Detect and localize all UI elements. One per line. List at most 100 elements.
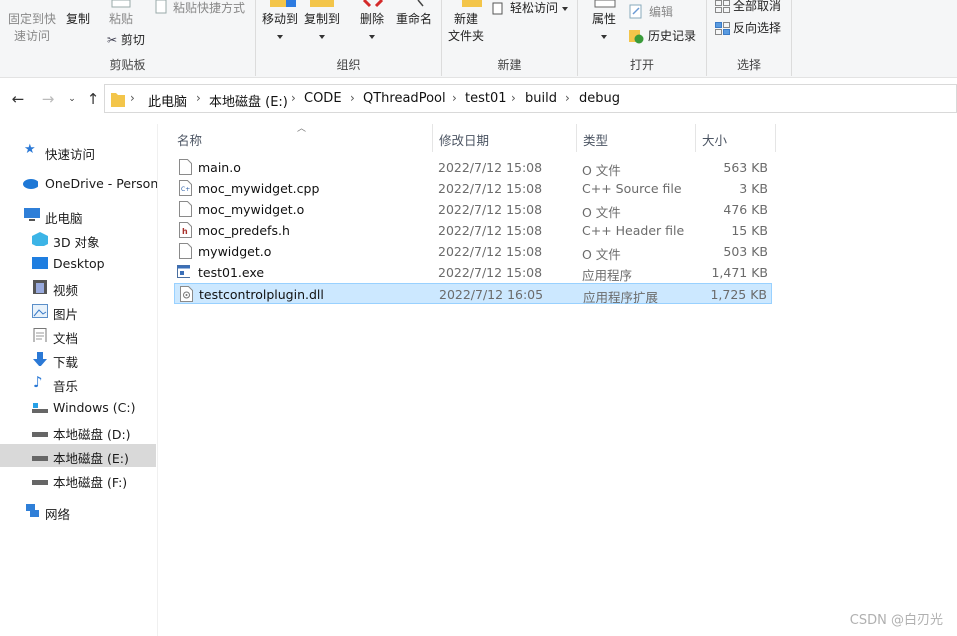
nav-item-label: 下载 <box>53 355 79 370</box>
nav-item-drive-f[interactable]: 本地磁盘 (F:) <box>0 468 156 491</box>
nav-item-downloads[interactable]: 下载 <box>0 348 156 371</box>
header-file-icon: h <box>179 222 192 238</box>
nav-item-label: Desktop <box>53 256 105 271</box>
pin-label-line2: 速访问 <box>14 29 51 43</box>
nav-item-label: 视频 <box>53 283 79 298</box>
breadcrumb-build[interactable]: build <box>525 91 557 106</box>
pictures-icon <box>32 304 48 318</box>
nav-item-pictures[interactable]: 图片 <box>0 300 156 323</box>
history-button[interactable]: 历史记录 <box>628 28 696 45</box>
file-size: 15 KB <box>731 223 768 238</box>
edit-button[interactable]: 编辑 <box>629 4 673 21</box>
copy-to-label: 复制到 <box>304 12 341 26</box>
select-none-button[interactable]: 全部取消 <box>715 0 781 15</box>
breadcrumb-separator-icon: › <box>291 91 296 105</box>
file-name: main.o <box>198 160 241 175</box>
column-header-type[interactable]: 类型 <box>577 124 696 152</box>
nav-item-label: 本地磁盘 (E:) <box>53 451 129 466</box>
rename-button[interactable]: 重命名 <box>396 0 432 28</box>
nav-item-3d-objects[interactable]: 3D 对象 <box>0 228 156 251</box>
copy-to-button[interactable]: 复制到 <box>304 0 341 45</box>
copy-to-icon <box>310 0 334 7</box>
column-header-label: 类型 <box>583 133 609 148</box>
address-bar[interactable]: › 此电脑 › 本地磁盘 (E:) › CODE › QThreadPool ›… <box>104 84 957 113</box>
new-group-label: 新建 <box>497 58 522 72</box>
drive-icon <box>32 456 48 461</box>
chevron-down-icon <box>561 6 568 11</box>
delete-button[interactable]: 删除 <box>360 0 384 45</box>
column-header-size[interactable]: 大小 <box>696 124 776 152</box>
history-label: 历史记录 <box>648 29 697 43</box>
delete-x-icon <box>362 0 384 8</box>
file-size: 503 KB <box>723 244 768 259</box>
cpp-file-icon: C+ <box>179 180 192 196</box>
invert-selection-label: 反向选择 <box>733 21 782 35</box>
file-row[interactable]: main.o 2022/7/12 15:08 O 文件 563 KB <box>174 157 772 178</box>
paste-button[interactable]: 粘贴 <box>109 0 133 28</box>
breadcrumb-test01[interactable]: test01 <box>465 91 507 106</box>
back-arrow-icon[interactable]: ← <box>10 89 26 109</box>
blank-file-icon <box>179 201 192 217</box>
nav-item-onedrive[interactable]: OneDrive - Persona <box>0 172 157 195</box>
breadcrumb-drive-e[interactable]: 本地磁盘 (E:) <box>209 91 288 110</box>
column-header-name[interactable]: ︿ 名称 <box>160 124 433 152</box>
clipboard-group-label: 剪贴板 <box>109 58 146 72</box>
breadcrumb-debug[interactable]: debug <box>579 91 620 106</box>
new-folder-button[interactable]: 新建 文件夹 <box>448 0 484 45</box>
breadcrumb-separator-icon: › <box>350 91 355 105</box>
nav-item-documents[interactable]: 文档 <box>0 324 156 347</box>
file-row[interactable]: C+ moc_mywidget.cpp 2022/7/12 15:08 C++ … <box>174 178 772 199</box>
breadcrumb-separator-icon: › <box>196 91 201 105</box>
file-modified: 2022/7/12 15:08 <box>438 160 543 175</box>
nav-item-videos[interactable]: 视频 <box>0 276 156 299</box>
watermark: CSDN @白刃光 <box>849 613 943 628</box>
copy-button[interactable]: 复制 <box>66 11 90 28</box>
svg-text:h: h <box>182 227 188 236</box>
organize-group-label: 组织 <box>336 58 361 72</box>
file-row-selected[interactable]: testcontrolplugin.dll 2022/7/12 16:05 应用… <box>174 283 772 305</box>
easy-access-button[interactable]: 轻松访问 <box>492 0 568 17</box>
nav-item-drive-d[interactable]: 本地磁盘 (D:) <box>0 420 156 443</box>
invert-selection-button[interactable]: 反向选择 <box>715 20 781 37</box>
nav-item-drive-e[interactable]: 本地磁盘 (E:) <box>0 444 156 467</box>
edit-icon <box>629 4 642 19</box>
nav-item-quick-access[interactable]: ★ 快速访问 <box>0 140 156 163</box>
nav-item-music[interactable]: ♪ 音乐 <box>0 372 156 395</box>
nav-item-label: 图片 <box>53 307 79 322</box>
svg-text:C+: C+ <box>181 186 190 193</box>
recent-locations-chevron-icon[interactable]: ⌄ <box>64 89 80 109</box>
pin-to-quick-access-button[interactable]: 固定到快 速访问 <box>8 11 56 45</box>
cut-button[interactable]: ✂ 剪切 <box>107 32 145 49</box>
file-name: moc_predefs.h <box>198 223 290 238</box>
file-row[interactable]: mywidget.o 2022/7/12 15:08 O 文件 503 KB <box>174 241 772 262</box>
desktop-icon <box>32 257 48 269</box>
file-row[interactable]: h moc_predefs.h 2022/7/12 15:08 C++ Head… <box>174 220 772 241</box>
breadcrumb-separator-icon: › <box>511 91 516 105</box>
breadcrumb-code[interactable]: CODE <box>304 91 342 106</box>
nav-item-network[interactable]: 网络 <box>0 500 156 523</box>
breadcrumb-qthreadpool[interactable]: QThreadPool <box>363 91 446 106</box>
properties-button[interactable]: 属性 <box>592 0 616 45</box>
chevron-down-icon <box>277 34 283 39</box>
nav-item-drive-c[interactable]: Windows (C:) <box>0 396 156 419</box>
forward-arrow-icon[interactable]: → <box>40 89 56 109</box>
paste-shortcut-button[interactable]: 粘贴快捷方式 <box>155 0 245 17</box>
column-header-modified[interactable]: 修改日期 <box>433 124 577 152</box>
nav-item-label: 快速访问 <box>45 147 96 162</box>
file-list: ︿ 名称 修改日期 类型 大小 main.o 2022/7/12 15:08 O… <box>160 124 957 636</box>
new-folder-icon <box>462 0 482 7</box>
column-header-label: 修改日期 <box>439 133 490 148</box>
breadcrumb-this-pc[interactable]: 此电脑 <box>148 91 187 110</box>
file-size: 3 KB <box>739 181 768 196</box>
music-icon: ♪ <box>33 373 43 391</box>
move-to-button[interactable]: 移动到 <box>262 0 298 45</box>
nav-item-desktop[interactable]: Desktop <box>0 252 156 275</box>
file-row[interactable]: test01.exe 2022/7/12 15:08 应用程序 1,471 KB <box>174 262 772 283</box>
ribbon-group-select: 全部取消 反向选择 选择 <box>707 0 792 76</box>
breadcrumb-separator-icon: › <box>452 91 457 105</box>
up-arrow-icon[interactable]: ↑ <box>85 89 101 109</box>
file-row[interactable]: moc_mywidget.o 2022/7/12 15:08 O 文件 476 … <box>174 199 772 220</box>
paste-shortcut-icon <box>155 0 167 14</box>
nav-item-label: 本地磁盘 (F:) <box>53 475 128 490</box>
nav-item-this-pc[interactable]: 此电脑 <box>0 204 156 227</box>
